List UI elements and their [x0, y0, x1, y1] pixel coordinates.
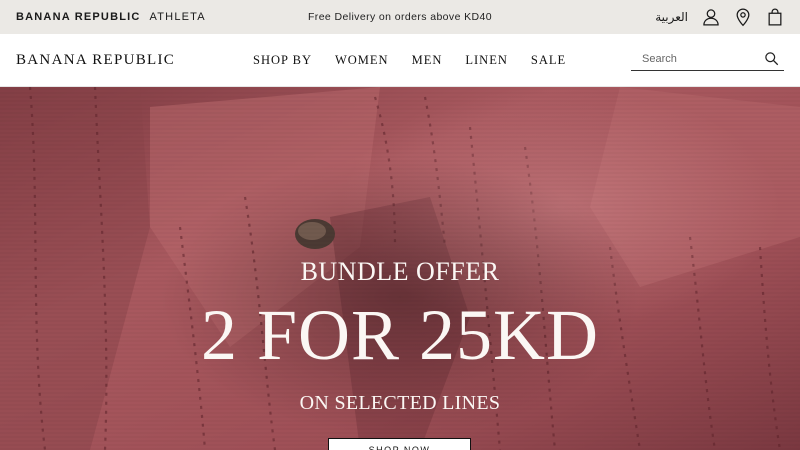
shopping-bag-icon[interactable]	[764, 6, 786, 28]
utility-links: العربية	[655, 0, 786, 34]
shop-now-button[interactable]: SHOP NOW	[328, 438, 471, 450]
nav-item-women[interactable]: WOMEN	[335, 53, 389, 68]
brand-link-athleta[interactable]: ATHLETA	[150, 11, 206, 23]
brand-link-banana-republic[interactable]: BANANA REPUBLIC	[16, 11, 141, 23]
language-switch-link[interactable]: العربية	[655, 10, 688, 24]
main-header: BANANA REPUBLIC SHOP BY WOMEN MEN LINEN …	[0, 34, 800, 87]
hero-headline: 2 FOR 25KD	[200, 295, 600, 375]
hero-subline: ON SELECTED LINES	[299, 392, 501, 414]
hero-kicker: BUNDLE OFFER	[300, 257, 500, 286]
site-logo[interactable]: BANANA REPUBLIC	[16, 34, 175, 87]
primary-nav: SHOP BY WOMEN MEN LINEN SALE	[253, 34, 589, 87]
store-locator-icon[interactable]	[732, 6, 754, 28]
top-utility-bar: BANANA REPUBLIC ATHLETA Free Delivery on…	[0, 0, 800, 34]
nav-item-shop-by[interactable]: SHOP BY	[253, 53, 312, 68]
search-box	[631, 47, 784, 71]
hero-banner[interactable]: BUNDLE OFFER 2 FOR 25KD ON SELECTED LINE…	[0, 87, 800, 450]
nav-item-linen[interactable]: LINEN	[465, 53, 508, 68]
search-icon[interactable]	[762, 49, 780, 67]
brand-switcher: BANANA REPUBLIC ATHLETA	[16, 0, 206, 34]
nav-item-men[interactable]: MEN	[412, 53, 443, 68]
account-icon[interactable]	[700, 6, 722, 28]
nav-item-sale[interactable]: SALE	[531, 53, 566, 68]
search-input[interactable]	[631, 47, 757, 70]
